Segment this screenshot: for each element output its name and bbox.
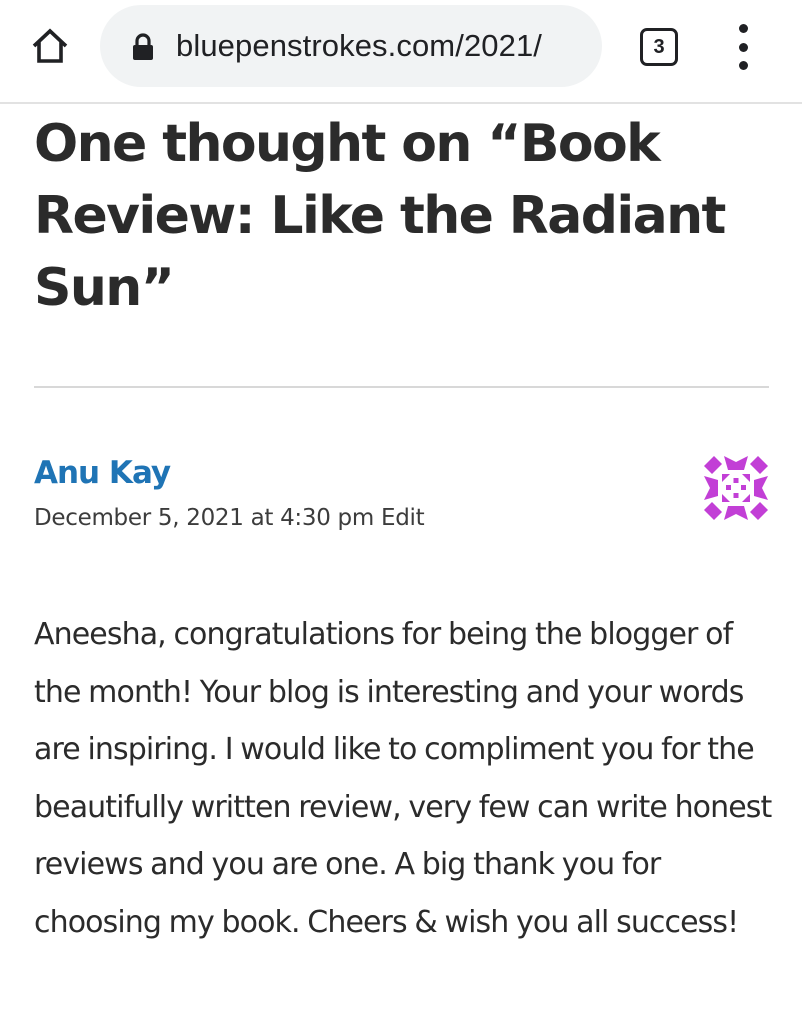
comment-body: Aneesha, congratulations for being the b… xyxy=(34,617,772,940)
more-vert-icon[interactable] xyxy=(728,24,758,70)
address-bar[interactable]: bluepenstrokes.com/2021/ xyxy=(100,5,602,87)
browser-toolbar: bluepenstrokes.com/2021/ 3 xyxy=(0,0,802,104)
comment-meta: December 5, 2021 at 4:30 pm Edit xyxy=(34,505,425,531)
identicon-avatar xyxy=(704,456,768,520)
lock-icon xyxy=(133,33,153,60)
tab-count: 3 xyxy=(653,35,665,58)
home-icon xyxy=(32,28,68,63)
comments-title: One thought on “Book Review: Like the Ra… xyxy=(34,114,726,318)
comment-date-link[interactable]: December 5, 2021 at 4:30 pm xyxy=(34,505,374,531)
divider xyxy=(34,386,769,388)
tab-switcher-button[interactable]: 3 xyxy=(640,28,678,66)
home-button[interactable] xyxy=(26,22,74,70)
comment-edit-link[interactable]: Edit xyxy=(381,505,425,531)
url-text: bluepenstrokes.com/2021/ xyxy=(176,28,543,63)
comment-author-link[interactable]: Anu Kay xyxy=(34,455,171,491)
